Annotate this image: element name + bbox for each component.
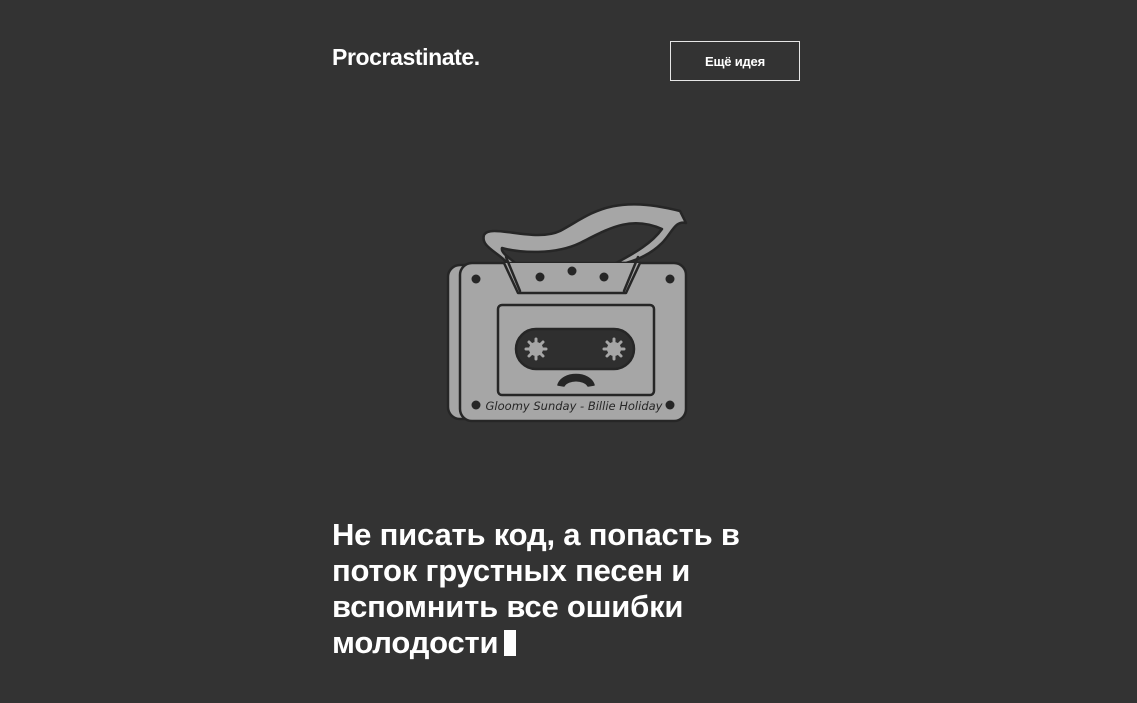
more-idea-button[interactable]: Ещё идея — [670, 41, 800, 81]
logo: Procrastinate. — [332, 44, 480, 70]
idea-text-content: Не писать код, а попасть в поток грустны… — [332, 517, 740, 660]
cassette-illustration: Gloomy Sunday - Billie Holiday — [440, 193, 700, 428]
text-cursor — [504, 630, 517, 656]
cassette-label-text: Gloomy Sunday - Billie Holiday — [486, 399, 663, 413]
idea-text: Не писать код, а попасть в поток грустны… — [332, 517, 812, 661]
cassette-tape-icon: Gloomy Sunday - Billie Holiday — [446, 203, 688, 423]
